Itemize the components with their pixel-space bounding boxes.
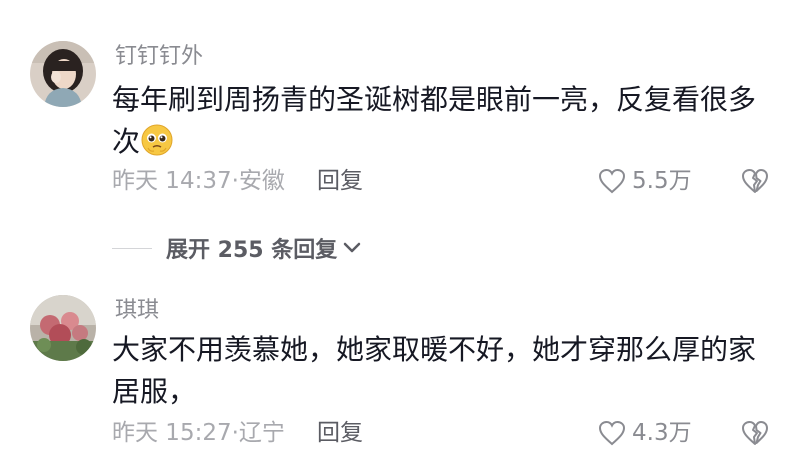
comment-username[interactable]: 琪琪: [115, 300, 159, 322]
comment-item: 琪琪 大家不用羡慕她，她家取暖不好，她才穿那么厚的家 居服， 昨天 15:27·…: [0, 280, 800, 463]
dislike-button[interactable]: [741, 168, 769, 194]
heart-icon: [598, 420, 626, 446]
broken-heart-icon: [742, 169, 768, 193]
heart-icon: [598, 168, 626, 194]
comment-time-location: 昨天 15:27·辽宁: [112, 420, 285, 446]
reply-button[interactable]: 回复: [317, 422, 363, 445]
avatar[interactable]: [30, 295, 96, 361]
comment-text-line1: 每年刷到周扬青的圣诞树都是眼前一亮，反复看很多: [112, 83, 757, 116]
comment-text: 大家不用羡慕她，她家取暖不好，她才穿那么厚的家 居服，: [112, 329, 772, 413]
like-count: 5.5万: [632, 167, 692, 194]
dislike-button[interactable]: [741, 420, 769, 446]
like-button[interactable]: 4.3万: [598, 420, 692, 446]
expand-replies-button[interactable]: 展开 255 条回复: [166, 232, 361, 264]
comment-text: 每年刷到周扬青的圣诞树都是眼前一亮，反复看很多 次: [112, 79, 772, 163]
avatar[interactable]: [30, 41, 96, 107]
pleading-face-icon: [140, 123, 174, 157]
like-count: 4.3万: [632, 419, 692, 446]
like-button[interactable]: 5.5万: [598, 168, 692, 194]
reply-button[interactable]: 回复: [317, 170, 363, 193]
comment-text-line2: 居服，: [112, 375, 197, 408]
comment-item: 钉钉钉外 每年刷到周扬青的圣诞树都是眼前一亮，反复看很多 次 昨天 14:37·…: [0, 0, 800, 220]
broken-heart-icon: [742, 421, 768, 445]
comment-time-location: 昨天 14:37·安徽: [112, 168, 285, 194]
comment-text-line2: 次: [112, 125, 141, 158]
expand-replies-row: 展开 255 条回复: [112, 232, 361, 264]
divider-line: [112, 247, 152, 249]
expand-replies-label: 展开 255 条回复: [166, 238, 338, 263]
chevron-down-icon: [344, 242, 361, 253]
comment-username[interactable]: 钉钉钉外: [115, 46, 203, 68]
comment-text-line1: 大家不用羡慕她，她家取暖不好，她才穿那么厚的家: [112, 333, 757, 366]
